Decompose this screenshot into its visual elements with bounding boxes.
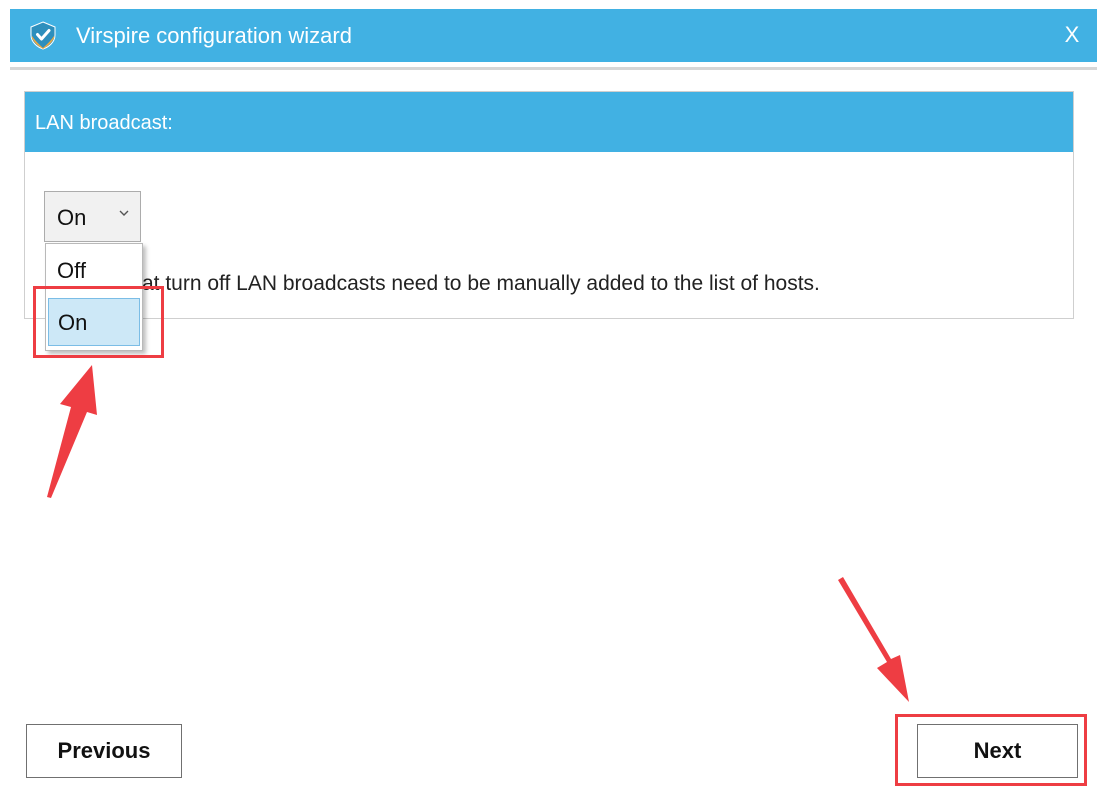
previous-button[interactable]: Previous — [26, 724, 182, 778]
lan-broadcast-hint: at turn off LAN broadcasts need to be ma… — [142, 272, 820, 295]
title-divider — [10, 67, 1097, 70]
select-current-value: On — [57, 205, 87, 230]
option-off[interactable]: Off — [48, 247, 140, 295]
shield-check-icon — [30, 21, 56, 50]
red-arrow-icon — [47, 365, 97, 498]
close-button[interactable]: X — [1055, 18, 1089, 52]
option-on[interactable]: On — [48, 298, 140, 346]
option-on-label: On — [58, 310, 88, 335]
section-header: LAN broadcast: — [25, 92, 1073, 152]
chevron-down-icon — [119, 210, 129, 216]
lan-broadcast-options: Off On — [45, 243, 143, 351]
window-title-bar: Virspire configuration wizard X — [10, 9, 1097, 62]
lan-broadcast-select[interactable]: On — [44, 191, 141, 242]
red-arrow-icon — [838, 577, 909, 702]
option-off-label: Off — [57, 258, 86, 283]
next-button[interactable]: Next — [917, 724, 1078, 778]
section-title: LAN broadcast: — [35, 112, 173, 134]
window-title: Virspire configuration wizard — [76, 23, 352, 48]
